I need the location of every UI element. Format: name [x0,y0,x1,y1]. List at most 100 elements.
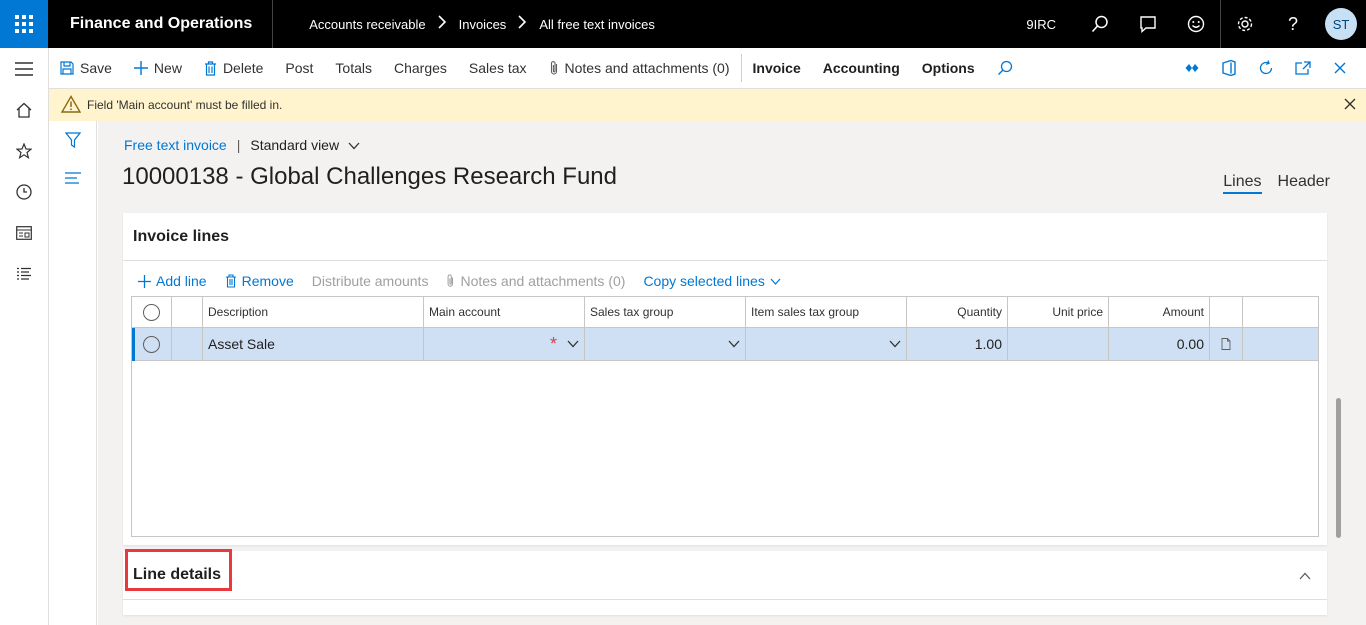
document-icon[interactable] [1210,328,1243,360]
col-attachment [1210,297,1243,327]
action-pane: Save New Delete Post Totals Charges Sale… [49,48,1366,89]
breadcrumb-invoices[interactable]: Invoices [459,17,507,32]
totals-button[interactable]: Totals [324,48,383,89]
cell-description[interactable]: Asset Sale [203,328,424,360]
avatar[interactable]: ST [1325,8,1357,40]
remove-label: Remove [241,273,294,289]
form-name-link[interactable]: Free text invoice [124,137,227,153]
col-item-sales-tax-group[interactable]: Item sales tax group [746,297,907,327]
new-label: New [153,60,182,76]
select-all-radio[interactable] [132,297,172,327]
view-tabs: Lines Header [1223,173,1330,194]
row-select-radio[interactable] [132,328,172,360]
cell-main-account[interactable]: * [424,328,585,360]
form-caption: Free text invoice | Standard view [124,137,360,153]
post-button[interactable]: Post [274,48,324,89]
remove-button[interactable]: Remove [216,273,303,289]
caption-divider: | [236,137,241,153]
workspace-icon[interactable] [0,212,48,253]
trash-icon [204,60,216,76]
add-line-button[interactable]: Add line [129,273,216,289]
col-sales-tax-group[interactable]: Sales tax group [585,297,746,327]
help-icon[interactable]: ? [1269,0,1317,48]
accounting-tab[interactable]: Accounting [812,48,911,89]
main-content: Free text invoice | Standard view 100001… [98,121,1366,625]
cell-sales-tax-group[interactable] [585,328,746,360]
cell-unit-price[interactable] [1008,328,1109,360]
cell-quantity[interactable]: 1.00 [907,328,1008,360]
row-selected-indicator [132,328,135,361]
cell-item-sales-tax-group[interactable] [746,328,907,360]
breadcrumb-all-free-text-invoices[interactable]: All free text invoices [539,17,655,32]
grid-notes-label: Notes and attachments (0) [460,273,626,289]
save-icon [60,61,74,75]
action-pane-right [1173,48,1358,89]
office-icon[interactable] [1210,48,1247,89]
table-row[interactable]: Asset Sale * 1.00 0.00 [132,328,1318,361]
clock-icon[interactable] [0,171,48,212]
company-picker[interactable]: 9IRC [1026,17,1056,32]
new-button[interactable]: New [123,48,193,89]
chevron-right-icon [438,14,447,34]
refresh-icon[interactable] [1247,48,1284,89]
top-bar: Finance and Operations Accounts receivab… [0,0,1366,48]
delete-button[interactable]: Delete [193,48,274,89]
breadcrumb: Accounts receivable Invoices All free te… [309,14,655,34]
app-title[interactable]: Finance and Operations [48,0,274,48]
copy-selected-lines-button[interactable]: Copy selected lines [634,273,789,289]
top-bar-right: 9IRC ? ST [1026,0,1366,48]
list-pane-icon[interactable] [49,159,97,197]
options-tab[interactable]: Options [911,48,986,89]
hamburger-icon[interactable] [0,48,48,89]
grid-toolbar: Add line Remove Distribute amounts Notes… [129,265,790,297]
message-icon[interactable] [1124,0,1172,48]
filter-rail [49,121,97,625]
star-icon[interactable] [0,130,48,171]
col-amount[interactable]: Amount [1109,297,1210,327]
grid-notes-button[interactable]: Notes and attachments (0) [437,273,634,289]
save-button[interactable]: Save [49,48,123,89]
search-icon[interactable] [1076,0,1124,48]
chevron-down-icon [728,340,740,348]
dismiss-message-icon[interactable] [1344,98,1356,113]
warning-message-bar: Field 'Main account' must be filled in. [49,89,1366,121]
tab-header[interactable]: Header [1278,173,1330,194]
plus-icon [133,61,148,75]
view-selector[interactable]: Standard view [250,137,360,153]
vertical-scrollbar[interactable] [1336,398,1341,538]
cell-amount[interactable]: 0.00 [1109,328,1210,360]
invoice-tab[interactable]: Invoice [742,48,812,89]
distribute-amounts-button[interactable]: Distribute amounts [303,273,438,289]
tab-lines[interactable]: Lines [1223,173,1262,194]
charges-button[interactable]: Charges [383,48,458,89]
required-icon: * [549,334,557,354]
breadcrumb-accounts-receivable[interactable]: Accounts receivable [309,17,425,32]
col-quantity[interactable]: Quantity [907,297,1008,327]
highlight-box [125,549,232,591]
connect-icon[interactable] [1173,48,1210,89]
invoice-lines-section: Invoice lines Add line Remove Distribute… [123,213,1327,545]
sales-tax-button[interactable]: Sales tax [458,48,538,89]
notes-attachments-button[interactable]: Notes and attachments (0) [538,48,741,89]
app-launcher-button[interactable] [0,0,48,48]
col-main-account[interactable]: Main account [424,297,585,327]
chevron-up-icon[interactable] [1299,567,1311,583]
col-description[interactable]: Description [203,297,424,327]
col-unit-price[interactable]: Unit price [1008,297,1109,327]
modules-list-icon[interactable] [0,253,48,294]
delete-label: Delete [222,60,264,76]
close-icon[interactable] [1321,48,1358,89]
warning-message-text: Field 'Main account' must be filled in. [87,98,283,112]
divider [123,599,1327,600]
action-search-icon[interactable] [986,48,1024,89]
plus-icon [138,274,151,288]
notes-label: Notes and attachments (0) [564,60,730,76]
filter-icon[interactable] [49,121,97,159]
gear-icon[interactable] [1221,0,1269,48]
home-icon[interactable] [0,89,48,130]
smiley-icon[interactable] [1172,0,1220,48]
trash-icon [225,274,236,288]
open-new-window-icon[interactable] [1284,48,1321,89]
line-details-section: Line details [123,549,1327,615]
row-filler [1243,328,1318,360]
